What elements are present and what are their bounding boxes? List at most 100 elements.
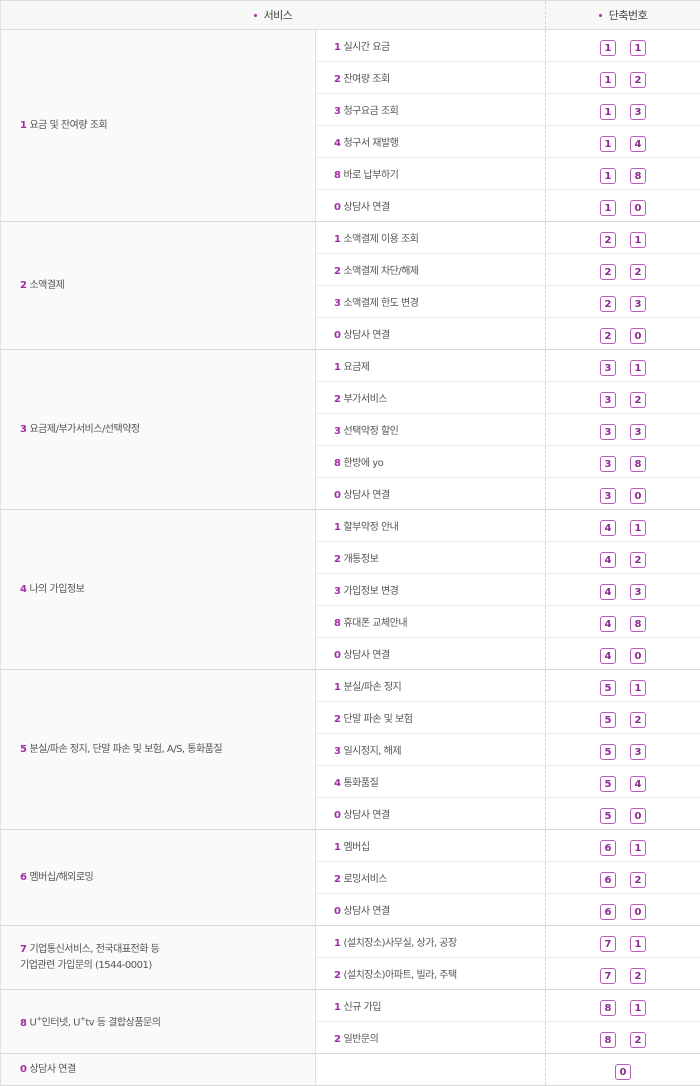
category-number: 5 — [20, 744, 26, 755]
shortcut-key: 7 — [600, 936, 616, 952]
item-label: 상담사 연결 — [343, 202, 389, 213]
bullet-dot-icon — [599, 14, 602, 17]
shortcut-key: 2 — [630, 712, 646, 728]
shortcut-key: 4 — [630, 776, 646, 792]
service-item[interactable]: 0상담사 연결 — [316, 798, 546, 830]
item-number: 4 — [334, 138, 340, 149]
shortcut-key: 8 — [630, 616, 646, 632]
category-cell: 3요금제/부가서비스/선택약정 — [1, 350, 316, 510]
item-label: (설치장소)사무실, 상가, 공장 — [343, 938, 456, 949]
item-number: 1 — [334, 522, 340, 533]
shortcut-cell: 51 — [546, 670, 700, 702]
category-label: 요금제/부가서비스/선택약정 — [29, 424, 139, 435]
category-label: 멤버십/해외로밍 — [29, 872, 93, 883]
service-item[interactable]: 1실시간 요금 — [316, 30, 546, 62]
service-item[interactable]: 8휴대폰 교체안내 — [316, 606, 546, 638]
service-item[interactable]: 4통화품질 — [316, 766, 546, 798]
shortcut-cell: 43 — [546, 574, 700, 606]
service-item[interactable]: 3가입정보 변경 — [316, 574, 546, 606]
item-number: 2 — [334, 874, 340, 885]
service-item[interactable] — [316, 1054, 546, 1086]
service-item[interactable]: 8바로 납부하기 — [316, 158, 546, 190]
item-label: 일시정지, 해제 — [343, 746, 401, 757]
shortcut-cell: 82 — [546, 1022, 700, 1054]
service-item[interactable]: 1소액결제 이용 조회 — [316, 222, 546, 254]
service-item[interactable]: 1할부약정 안내 — [316, 510, 546, 542]
shortcut-key: 1 — [600, 200, 616, 216]
service-item[interactable]: 8한방에 yo — [316, 446, 546, 478]
category-number: 7 — [20, 944, 26, 955]
shortcut-cell: 22 — [546, 254, 700, 286]
shortcut-key: 2 — [600, 232, 616, 248]
shortcut-key: 1 — [630, 520, 646, 536]
service-item[interactable]: 2(설치장소)아파트, 빌라, 주택 — [316, 958, 546, 990]
item-label: 할부약정 안내 — [343, 522, 398, 533]
service-item[interactable]: 0상담사 연결 — [316, 894, 546, 926]
service-item[interactable]: 0상담사 연결 — [316, 478, 546, 510]
service-item[interactable]: 0상담사 연결 — [316, 190, 546, 222]
item-label: 상담사 연결 — [343, 650, 389, 661]
shortcut-key: 5 — [600, 776, 616, 792]
shortcut-key: 4 — [600, 616, 616, 632]
service-item[interactable]: 2일반문의 — [316, 1022, 546, 1054]
service-item[interactable]: 1요금제 — [316, 350, 546, 382]
shortcut-key: 8 — [630, 168, 646, 184]
service-item[interactable]: 2로밍서비스 — [316, 862, 546, 894]
service-header: 서비스 — [1, 1, 546, 30]
service-item[interactable]: 2부가서비스 — [316, 382, 546, 414]
service-item[interactable]: 0상담사 연결 — [316, 318, 546, 350]
item-number: 3 — [334, 426, 340, 437]
service-item[interactable]: 1(설치장소)사무실, 상가, 공장 — [316, 926, 546, 958]
item-number: 1 — [334, 362, 340, 373]
service-item[interactable]: 2잔여량 조회 — [316, 62, 546, 94]
shortcut-key: 1 — [630, 840, 646, 856]
shortcut-cell: 72 — [546, 958, 700, 990]
category-label-part: tv 등 결합상품문의 — [85, 1018, 160, 1029]
shortcut-key: 5 — [600, 712, 616, 728]
service-item[interactable]: 3선택약정 할인 — [316, 414, 546, 446]
shortcut-cell: 81 — [546, 990, 700, 1022]
shortcut-cell: 11 — [546, 30, 700, 62]
item-label: 잔여량 조회 — [343, 74, 389, 85]
item-label: 휴대폰 교체안내 — [343, 618, 407, 629]
item-label: 상담사 연결 — [343, 906, 389, 917]
item-number: 0 — [334, 490, 340, 501]
table-row: 3요금제/부가서비스/선택약정1요금제31 — [1, 350, 700, 382]
service-item[interactable]: 1멤버십 — [316, 830, 546, 862]
shortcut-key: 7 — [600, 968, 616, 984]
shortcut-key: 2 — [600, 328, 616, 344]
shortcut-key: 3 — [630, 424, 646, 440]
shortcut-key: 0 — [630, 488, 646, 504]
table-row: 0상담사 연결0 — [1, 1054, 700, 1086]
shortcut-cell: 20 — [546, 318, 700, 350]
service-item[interactable]: 1분실/파손 정지 — [316, 670, 546, 702]
table-header: 서비스 단축번호 — [1, 1, 700, 30]
service-item[interactable]: 2소액결제 차단/해제 — [316, 254, 546, 286]
shortcut-key: 3 — [630, 296, 646, 312]
service-item[interactable]: 4청구서 재발행 — [316, 126, 546, 158]
shortcut-key: 0 — [630, 200, 646, 216]
shortcut-key: 6 — [600, 840, 616, 856]
item-number: 0 — [334, 330, 340, 341]
service-item[interactable]: 0상담사 연결 — [316, 638, 546, 670]
shortcut-header: 단축번호 — [546, 1, 700, 30]
service-item[interactable]: 1신규 가입 — [316, 990, 546, 1022]
item-label: 바로 납부하기 — [343, 170, 398, 181]
item-label: 개통정보 — [343, 554, 378, 565]
category-cell: 6멤버십/해외로밍 — [1, 830, 316, 926]
category-number: 1 — [20, 120, 26, 131]
category-cell: 8U+인터넷, U+tv 등 결합상품문의 — [1, 990, 316, 1054]
service-item[interactable]: 3일시정지, 해제 — [316, 734, 546, 766]
item-label: (설치장소)아파트, 빌라, 주택 — [343, 970, 456, 981]
service-item[interactable]: 3소액결제 한도 변경 — [316, 286, 546, 318]
item-label: 분실/파손 정지 — [343, 682, 401, 693]
item-label: 소액결제 한도 변경 — [343, 298, 418, 309]
shortcut-key: 8 — [630, 456, 646, 472]
service-item[interactable]: 3청구요금 조회 — [316, 94, 546, 126]
category-label: 분실/파손 정지, 단말 파손 및 보험, A/S, 통화품질 — [29, 744, 222, 755]
shortcut-key: 4 — [600, 552, 616, 568]
service-item[interactable]: 2개통정보 — [316, 542, 546, 574]
service-item[interactable]: 2단말 파손 및 보험 — [316, 702, 546, 734]
item-label: 요금제 — [343, 362, 369, 373]
item-label: 소액결제 이용 조회 — [343, 234, 418, 245]
